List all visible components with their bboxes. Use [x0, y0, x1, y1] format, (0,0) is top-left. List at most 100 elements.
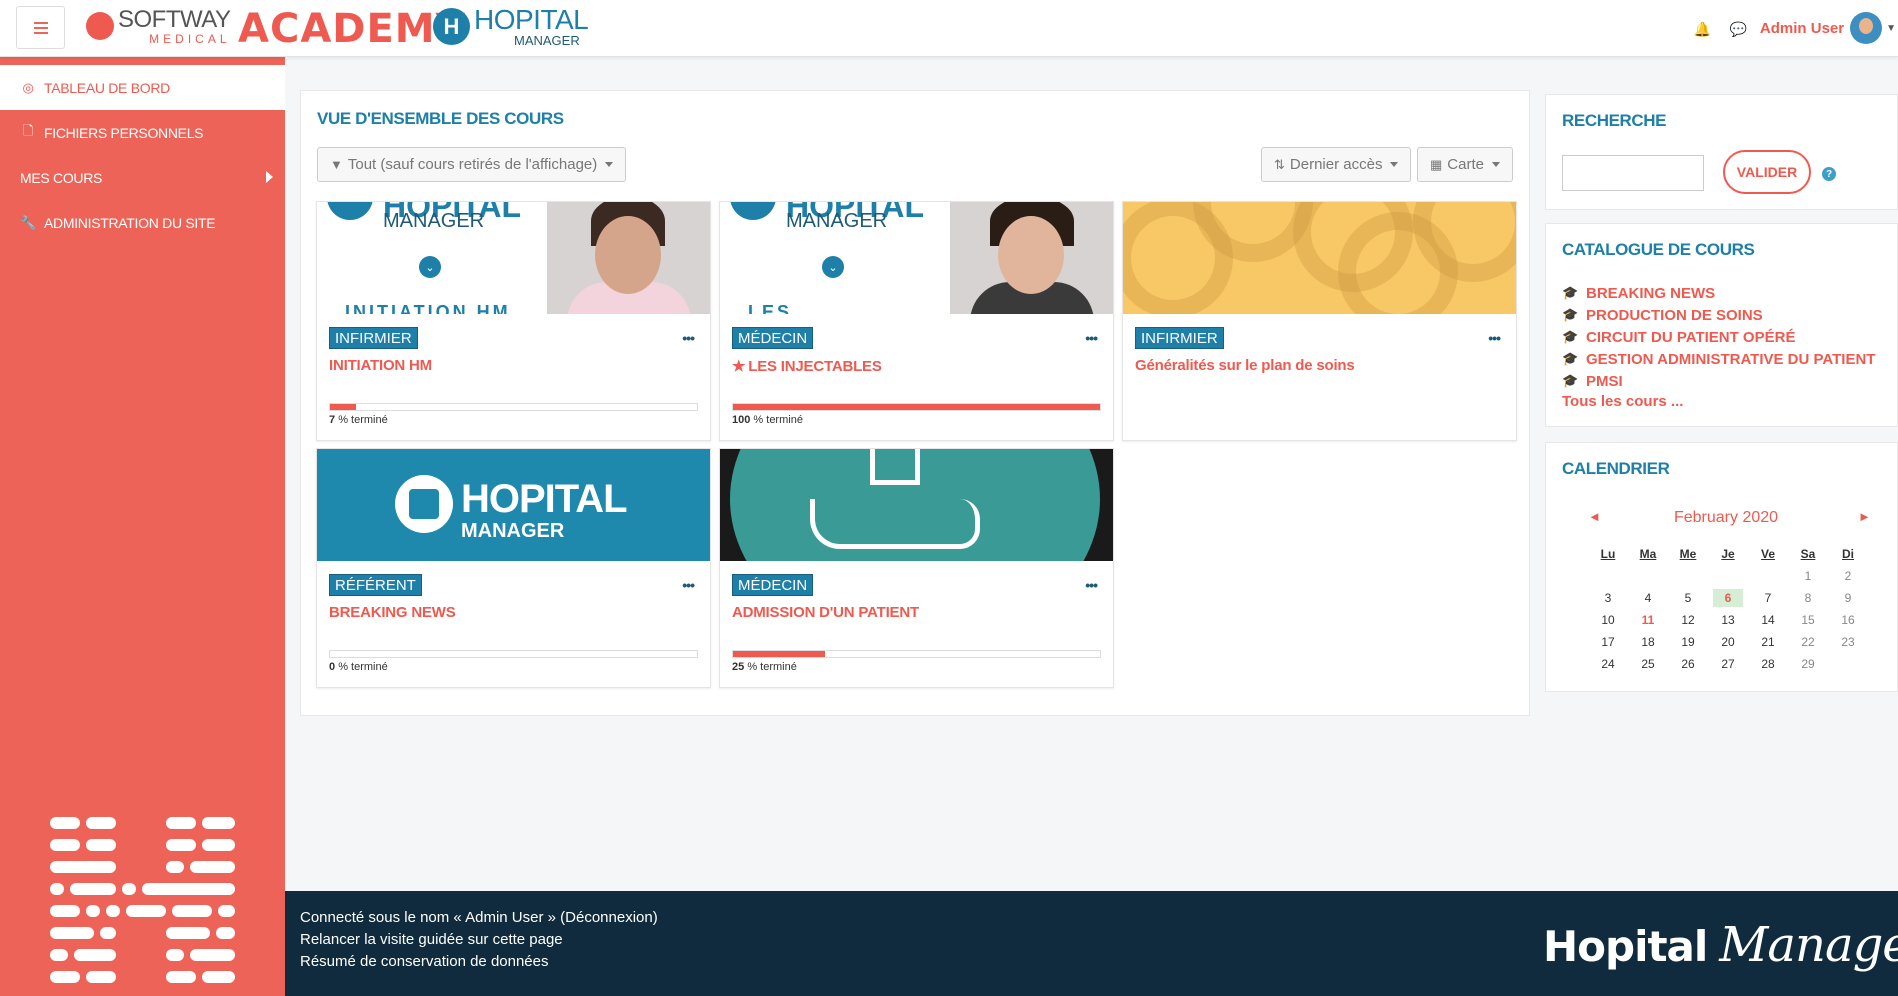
softway-logo[interactable]: SOFTWAY MEDICAL: [86, 6, 231, 46]
course-card[interactable]: INFIRMIER ••• Généralités sur le plan de…: [1122, 201, 1517, 441]
calendar-title: CALENDRIER: [1562, 459, 1670, 478]
prev-month-icon[interactable]: ◄: [1588, 509, 1601, 524]
filter-dropdown[interactable]: ▼ Tout (sauf cours retirés de l'affichag…: [317, 147, 627, 182]
course-title-link[interactable]: BREAKING NEWS: [329, 604, 456, 621]
calendar-day[interactable]: 25: [1628, 653, 1668, 675]
sidebar-item-site-admin[interactable]: 🔧 ADMINISTRATION DU SITE: [0, 200, 285, 245]
calendar-day[interactable]: 3: [1588, 587, 1628, 609]
course-image[interactable]: HOPITAL MANAGER: [317, 449, 710, 561]
dashboard-icon: ◎: [22, 79, 34, 95]
calendar-day[interactable]: 16: [1828, 609, 1868, 631]
user-name[interactable]: Admin User: [1760, 20, 1844, 37]
calendar-day[interactable]: 22: [1788, 631, 1828, 653]
view-dropdown[interactable]: ▦ Carte: [1417, 147, 1513, 182]
catalogue-item[interactable]: 🎓 PRODUCTION DE SOINS: [1562, 304, 1875, 326]
calendar-day[interactable]: 10: [1588, 609, 1628, 631]
all-courses-link[interactable]: Tous les cours ...: [1562, 393, 1875, 410]
more-actions-icon[interactable]: •••: [682, 577, 695, 593]
catalogue-item[interactable]: 🎓 PMSI: [1562, 370, 1875, 392]
calendar-day[interactable]: 27: [1708, 653, 1748, 675]
softway-logo-mark: [86, 12, 114, 40]
calendar-day-header: Di: [1842, 547, 1854, 561]
catalogue-item[interactable]: 🎓 GESTION ADMINISTRATIVE DU PATIENT: [1562, 348, 1875, 370]
more-actions-icon[interactable]: •••: [1085, 330, 1098, 346]
course-overview-panel: VUE D'ENSEMBLE DES COURS ▼ Tout (sauf co…: [300, 90, 1530, 716]
academy-logo[interactable]: ACADEMY: [238, 6, 466, 52]
hopital-manager-logo[interactable]: H HOPITAL MANAGER: [433, 6, 589, 47]
calendar-day[interactable]: 24: [1588, 653, 1628, 675]
course-title-link[interactable]: INITIATION HM: [329, 357, 432, 374]
course-card[interactable]: HOPITAL MANAGER RÉFÉRENT ••• BREAKING NE…: [316, 448, 711, 688]
calendar-day[interactable]: 4: [1628, 587, 1668, 609]
course-card[interactable]: MÉDECIN ••• ADMISSION D'UN PATIENT 25 % …: [719, 448, 1114, 688]
logged-in-prefix: Connecté sous le nom «: [300, 909, 466, 926]
progress-value: 7: [329, 414, 336, 426]
chevron-down-icon[interactable]: ▼: [1886, 23, 1896, 34]
search-input[interactable]: [1562, 155, 1704, 191]
progress-text: 7 % terminé: [329, 414, 388, 426]
calendar-day[interactable]: 19: [1668, 631, 1708, 653]
calendar-day[interactable]: 9: [1828, 587, 1868, 609]
sidebar-item-label: MES COURS: [20, 169, 103, 186]
sidebar-item-my-courses[interactable]: MES COURS: [0, 155, 285, 200]
course-title-link[interactable]: ★ LES INJECTABLES: [732, 357, 882, 375]
course-card[interactable]: HOPITAL MANAGER ⌄ INITIATION HM INFIRMIE…: [316, 201, 711, 441]
calendar-day[interactable]: 21: [1748, 631, 1788, 653]
calendar-day[interactable]: 8: [1788, 587, 1828, 609]
course-image[interactable]: HOPITAL MANAGER ⌄ INITIATION HM: [317, 202, 710, 314]
menu-toggle-button[interactable]: [16, 6, 65, 49]
next-month-icon[interactable]: ►: [1858, 509, 1871, 524]
sidebar-item-dashboard[interactable]: ◎ TABLEAU DE BORD: [0, 65, 285, 110]
sidebar-item-private-files[interactable]: 🗋 FICHIERS PERSONNELS: [0, 110, 285, 155]
footer-brand-script: Manager: [1719, 917, 1898, 973]
catalogue-item-label: PRODUCTION DE SOINS: [1586, 306, 1763, 324]
calendar-day[interactable]: 23: [1828, 631, 1868, 653]
catalogue-item[interactable]: 🎓 BREAKING NEWS: [1562, 282, 1875, 304]
search-title: RECHERCHE: [1562, 111, 1667, 130]
calendar-day[interactable]: 6: [1708, 587, 1748, 609]
calendar-day[interactable]: 5: [1668, 587, 1708, 609]
category-badge: MÉDECIN: [732, 327, 814, 349]
footer-brand-text: Hopital: [1543, 922, 1708, 971]
calendar-day[interactable]: 28: [1748, 653, 1788, 675]
course-image[interactable]: [1123, 202, 1516, 314]
softway-logo-text: SOFTWAY: [118, 5, 231, 33]
category-badge: INFIRMIER: [329, 327, 418, 349]
calendar-day[interactable]: 12: [1668, 609, 1708, 631]
calendar-day[interactable]: 15: [1788, 609, 1828, 631]
calendar-day[interactable]: 2: [1828, 565, 1868, 587]
avatar[interactable]: [1850, 12, 1883, 44]
filter-label: Tout (sauf cours retirés de l'affichage): [347, 156, 598, 173]
profile-link[interactable]: Admin User: [465, 909, 543, 926]
calendar-day[interactable]: 1: [1788, 565, 1828, 587]
more-actions-icon[interactable]: •••: [1488, 330, 1501, 346]
calendar-day[interactable]: 29: [1788, 653, 1828, 675]
bell-icon[interactable]: 🔔: [1694, 21, 1711, 37]
calendar-day[interactable]: 7: [1748, 587, 1788, 609]
logged-in-mid: » (: [543, 909, 566, 926]
submit-search-button[interactable]: VALIDER: [1723, 150, 1811, 194]
calendar-day[interactable]: 14: [1748, 609, 1788, 631]
course-title-link[interactable]: ADMISSION D'UN PATIENT: [732, 604, 919, 621]
restart-tour-link[interactable]: Relancer la visite guidée sur cette page: [300, 931, 563, 948]
calendar-day[interactable]: 13: [1708, 609, 1748, 631]
course-image[interactable]: HOPITAL MANAGER ⌄ LES INJECTABLES: [720, 202, 1113, 314]
catalogue-item[interactable]: 🎓 CIRCUIT DU PATIENT OPÉRÉ: [1562, 326, 1875, 348]
more-actions-icon[interactable]: •••: [1085, 577, 1098, 593]
calendar-day[interactable]: 11: [1628, 609, 1668, 631]
course-card[interactable]: HOPITAL MANAGER ⌄ LES INJECTABLES MÉDECI…: [719, 201, 1114, 441]
course-image[interactable]: [720, 449, 1113, 561]
calendar-day[interactable]: 18: [1628, 631, 1668, 653]
catalogue-item-label: BREAKING NEWS: [1586, 284, 1716, 302]
logout-link[interactable]: Déconnexion: [565, 909, 653, 926]
help-icon[interactable]: ?: [1822, 167, 1836, 181]
data-retention-link[interactable]: Résumé de conservation de données: [300, 953, 549, 970]
more-actions-icon[interactable]: •••: [682, 330, 695, 346]
calendar-day[interactable]: 26: [1668, 653, 1708, 675]
sort-dropdown[interactable]: ⇅ Dernier accès: [1261, 147, 1412, 182]
course-title-link[interactable]: Généralités sur le plan de soins: [1135, 357, 1355, 374]
chat-icon[interactable]: 💬: [1730, 21, 1747, 37]
catalogue-item-label: CIRCUIT DU PATIENT OPÉRÉ: [1586, 328, 1796, 346]
calendar-day[interactable]: 17: [1588, 631, 1628, 653]
calendar-day[interactable]: 20: [1708, 631, 1748, 653]
